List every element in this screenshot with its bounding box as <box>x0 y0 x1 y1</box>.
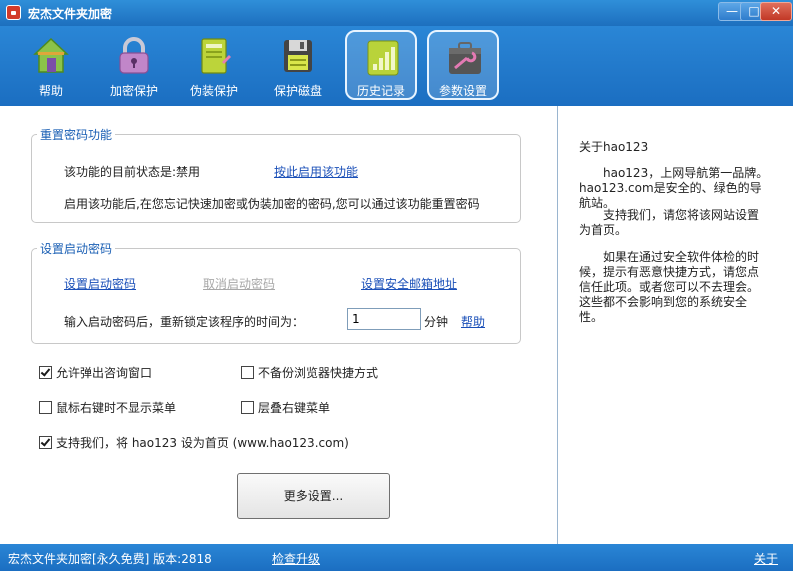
more-settings-button[interactable]: 更多设置... <box>237 473 390 519</box>
toolbar-item-label: 加密保护 <box>109 84 158 98</box>
hide-context-menu-checkbox[interactable]: 鼠标右键时不显示菜单 <box>39 399 176 416</box>
reset-status-text: 该功能的目前状态是:禁用 <box>64 165 201 179</box>
window-title: 宏杰文件夹加密 <box>28 7 113 21</box>
checkbox-box[interactable] <box>39 401 52 414</box>
checkbox-label: 支持我们，将 hao123 设为首页 (www.hao123.com) <box>56 436 349 450</box>
about-title: 关于hao123 <box>579 140 649 154</box>
relock-time-label: 输入启动密码后，重新锁定该程序的时间为： <box>64 315 305 329</box>
toolbar-history-button[interactable]: 历史记录 <box>345 30 417 100</box>
checkbox-label: 不备份浏览器快捷方式 <box>258 366 379 380</box>
toolbar-encrypt-button[interactable]: 加密保护 <box>98 30 170 100</box>
status-bar: 宏杰文件夹加密[永久免费] 版本:2818 检查升级 关于 <box>0 544 793 571</box>
allow-popup-checkbox[interactable]: 允许弹出咨询窗口 <box>39 364 152 381</box>
about-paragraph-3: 如果在通过安全软件体检的时候，提示有恶意快捷方式，请您点信任此项。或者您可以不去… <box>579 250 760 324</box>
reset-password-group: 重置密码功能 该功能的目前状态是:禁用 按此启用该功能 启用该功能后,在您忘记快… <box>31 126 521 223</box>
toolbar-settings-button[interactable]: 参数设置 <box>427 30 499 100</box>
main-toolbar: 帮助 加密保护 伪装保护 保护磁盘 历史记录 参数设置 <box>0 26 793 106</box>
about-panel: 关于hao123 hao123，上网导航第一品牌。hao123.com是安全的、… <box>558 106 793 544</box>
set-email-link[interactable]: 设置安全邮箱地址 <box>361 275 457 292</box>
cascade-menu-checkbox[interactable]: 层叠右键菜单 <box>241 399 330 416</box>
check-update-link[interactable]: 检查升级 <box>272 550 320 567</box>
relock-minutes-input[interactable] <box>347 308 421 330</box>
set-startup-password-link[interactable]: 设置启动密码 <box>64 275 136 292</box>
cancel-startup-password-link[interactable]: 取消启动密码 <box>203 275 275 292</box>
startup-password-title: 设置启动密码 <box>40 242 113 256</box>
toolbar-item-label: 帮助 <box>38 84 63 98</box>
toolbar-help-button[interactable]: 帮助 <box>15 30 87 100</box>
app-lock-icon <box>6 5 21 20</box>
checkbox-label: 层叠右键菜单 <box>258 401 331 415</box>
relock-help-link[interactable]: 帮助 <box>461 313 485 330</box>
about-link[interactable]: 关于 <box>754 550 778 567</box>
title-bar: 宏杰文件夹加密 — □ ✕ <box>0 0 793 26</box>
support-homepage-checkbox[interactable]: 支持我们，将 hao123 设为首页 (www.hao123.com) <box>39 434 349 451</box>
close-button[interactable]: ✕ <box>760 2 792 21</box>
toolbox-icon <box>449 42 481 74</box>
house-icon <box>33 37 69 73</box>
toolbar-item-label: 历史记录 <box>356 84 405 98</box>
no-browser-backup-checkbox[interactable]: 不备份浏览器快捷方式 <box>241 364 378 381</box>
toolbar-item-label: 保护磁盘 <box>273 84 322 98</box>
padlock-icon <box>119 37 149 74</box>
toolbar-item-label: 参数设置 <box>438 84 487 98</box>
floppy-disk-icon <box>284 40 312 72</box>
about-paragraph-1: hao123，上网导航第一品牌。hao123.com是安全的、绿色的导航站。 <box>579 166 769 210</box>
toolbar-item-label: 伪装保护 <box>189 84 238 98</box>
minutes-unit-label: 分钟 <box>424 315 449 329</box>
enable-reset-link[interactable]: 按此启用该功能 <box>274 163 358 180</box>
toolbar-disguise-button[interactable]: 伪装保护 <box>178 30 250 100</box>
checkbox-box[interactable] <box>39 366 52 379</box>
reset-password-title: 重置密码功能 <box>40 128 113 142</box>
version-text: 宏杰文件夹加密[永久免费] 版本:2818 <box>8 552 212 566</box>
history-chart-icon <box>367 40 399 76</box>
notebook-icon <box>201 38 231 74</box>
toolbar-protect-disk-button[interactable]: 保护磁盘 <box>262 30 334 100</box>
checkbox-box[interactable] <box>39 436 52 449</box>
checkbox-box[interactable] <box>241 401 254 414</box>
startup-password-group: 设置启动密码 设置启动密码 取消启动密码 设置安全邮箱地址 输入启动密码后，重新… <box>31 240 521 344</box>
checkbox-label: 鼠标右键时不显示菜单 <box>56 401 177 415</box>
reset-description-text: 启用该功能后,在您忘记快速加密或伪装加密的密码,您可以通过该功能重置密码 <box>64 197 480 211</box>
about-paragraph-2: 支持我们，请您将该网站设置为首页。 <box>579 208 760 237</box>
checkbox-box[interactable] <box>241 366 254 379</box>
checkbox-label: 允许弹出咨询窗口 <box>56 366 153 380</box>
